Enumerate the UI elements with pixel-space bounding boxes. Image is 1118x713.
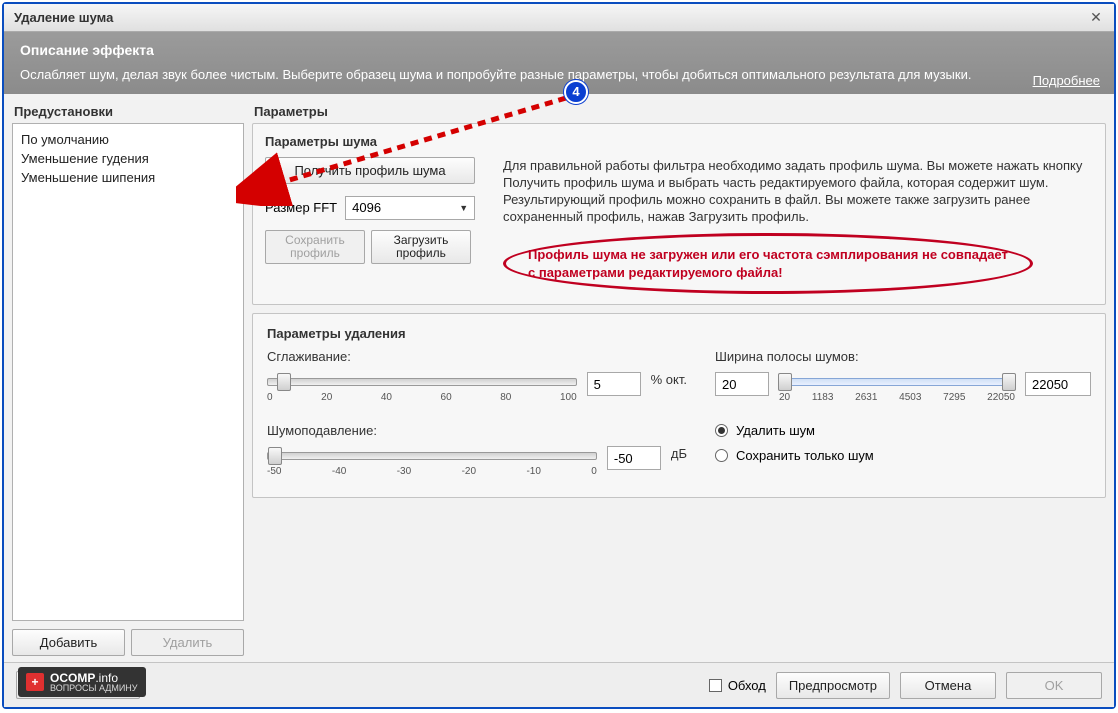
description-panel: Описание эффекта Ослабляет шум, делая зв… <box>4 32 1114 94</box>
bandwidth-range-slider[interactable] <box>779 378 1015 386</box>
noise-parameters-title: Параметры шума <box>265 134 1093 149</box>
smoothing-slider-thumb[interactable] <box>277 373 291 391</box>
bandwidth-high-thumb[interactable] <box>1002 373 1016 391</box>
fft-size-combobox[interactable]: 4096 ▼ <box>345 196 475 220</box>
description-text: Ослабляет шум, делая звук более чистым. … <box>20 66 1098 84</box>
bandwidth-ticks: 20 1183 2631 4503 7295 22050 <box>779 390 1015 405</box>
chevron-down-icon: ▼ <box>459 203 468 213</box>
parameters-column: Параметры Параметры шума Получить профил… <box>252 100 1106 662</box>
preset-item-default[interactable]: По умолчанию <box>21 130 235 149</box>
titlebar: Удаление шума ✕ <box>4 4 1114 32</box>
fft-size-value: 4096 <box>352 200 381 215</box>
bandwidth-low-input[interactable] <box>715 372 769 396</box>
smoothing-label: Сглаживание: <box>267 349 687 364</box>
radio-keep-noise[interactable]: Сохранить только шум <box>715 448 1091 463</box>
preset-item-hiss[interactable]: Уменьшение шипения <box>21 168 235 187</box>
radio-remove-noise[interactable]: Удалить шум <box>715 423 1091 438</box>
noise-parameters-group: Параметры шума Получить профиль шума Раз… <box>252 123 1106 306</box>
bandwidth-high-input[interactable] <box>1025 372 1091 396</box>
noise-removal-dialog: Удаление шума ✕ Описание эффекта Ослабля… <box>2 2 1116 709</box>
removal-parameters-group: Параметры удаления Сглаживание: 0 <box>252 313 1106 498</box>
add-preset-button[interactable]: Добавить <box>12 629 125 656</box>
fft-size-label: Размер FFT <box>265 200 337 215</box>
annotation-badge-4: 4 <box>564 80 588 104</box>
smoothing-ticks: 0 20 40 60 80 100 <box>267 390 577 405</box>
smoothing-slider[interactable] <box>267 378 577 386</box>
presets-column: Предустановки По умолчанию Уменьшение гу… <box>12 100 244 662</box>
smoothing-unit: % окт. <box>651 372 687 387</box>
checkbox-icon <box>709 679 722 692</box>
noise-mode-radio-group: Удалить шум Сохранить только шум <box>715 423 1091 463</box>
smoothing-input[interactable] <box>587 372 641 396</box>
window-title: Удаление шума <box>14 10 1084 25</box>
presets-label: Предустановки <box>12 100 244 123</box>
description-title: Описание эффекта <box>20 42 1098 58</box>
suppression-slider-thumb[interactable] <box>268 447 282 465</box>
bypass-checkbox[interactable]: Обход <box>709 678 766 693</box>
presets-list[interactable]: По умолчанию Уменьшение гудения Уменьшен… <box>12 123 244 621</box>
suppression-unit: дБ <box>671 446 687 461</box>
bottom-bar: ♡ Избранное ▼ Обход Предпросмотр Отмена … <box>4 662 1114 707</box>
close-icon[interactable]: ✕ <box>1084 8 1108 28</box>
suppression-input[interactable] <box>607 446 661 470</box>
preview-button[interactable]: Предпросмотр <box>776 672 890 699</box>
radio-icon <box>715 449 728 462</box>
plus-icon: + <box>26 673 44 691</box>
remove-preset-button: Удалить <box>131 629 244 656</box>
radio-icon <box>715 424 728 437</box>
suppression-ticks: -50 -40 -30 -20 -10 0 <box>267 464 597 479</box>
bandwidth-low-thumb[interactable] <box>778 373 792 391</box>
noise-help-text: Для правильной работы фильтра необходимо… <box>503 157 1093 226</box>
preset-item-hum[interactable]: Уменьшение гудения <box>21 149 235 168</box>
body-area: Предустановки По умолчанию Уменьшение гу… <box>4 94 1114 662</box>
more-link[interactable]: Подробнее <box>1033 73 1100 88</box>
cancel-button[interactable]: Отмена <box>900 672 996 699</box>
parameters-label: Параметры <box>252 100 1106 123</box>
load-profile-button[interactable]: Загрузить профиль <box>371 230 471 264</box>
ok-button: OK <box>1006 672 1102 699</box>
profile-error-message: Профиль шума не загружен или его частота… <box>503 233 1033 294</box>
save-profile-button: Сохранить профиль <box>265 230 365 264</box>
removal-parameters-title: Параметры удаления <box>267 326 1091 341</box>
get-noise-profile-button[interactable]: Получить профиль шума <box>265 157 475 184</box>
watermark-brand: + OCOMP.info ВОПРОСЫ АДМИНУ <box>18 667 146 697</box>
bandwidth-label: Ширина полосы шумов: <box>715 349 1091 364</box>
suppression-slider[interactable] <box>267 452 597 460</box>
suppression-label: Шумоподавление: <box>267 423 687 438</box>
